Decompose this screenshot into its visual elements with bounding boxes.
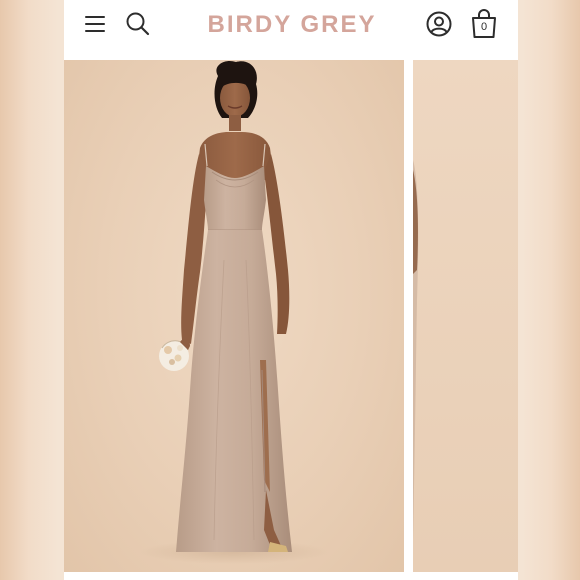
mobile-screen: BIRDY GREY 0 [64,0,518,580]
page-bottom [64,572,518,580]
product-image-gallery[interactable] [64,60,518,572]
bag-count-badge: 0 [480,21,488,33]
product-photo-next[interactable] [413,60,518,572]
next-photo-preview [413,160,419,540]
hamburger-menu-icon[interactable] [85,14,107,34]
model-in-dress-illustration [139,60,329,564]
site-header: BIRDY GREY 0 [64,0,518,60]
shopping-bag-icon[interactable]: 0 [470,8,498,40]
product-photo-main[interactable] [64,60,404,572]
search-icon[interactable] [125,11,151,37]
user-account-icon[interactable] [426,11,452,37]
brand-logo[interactable]: BIRDY GREY [192,10,392,40]
